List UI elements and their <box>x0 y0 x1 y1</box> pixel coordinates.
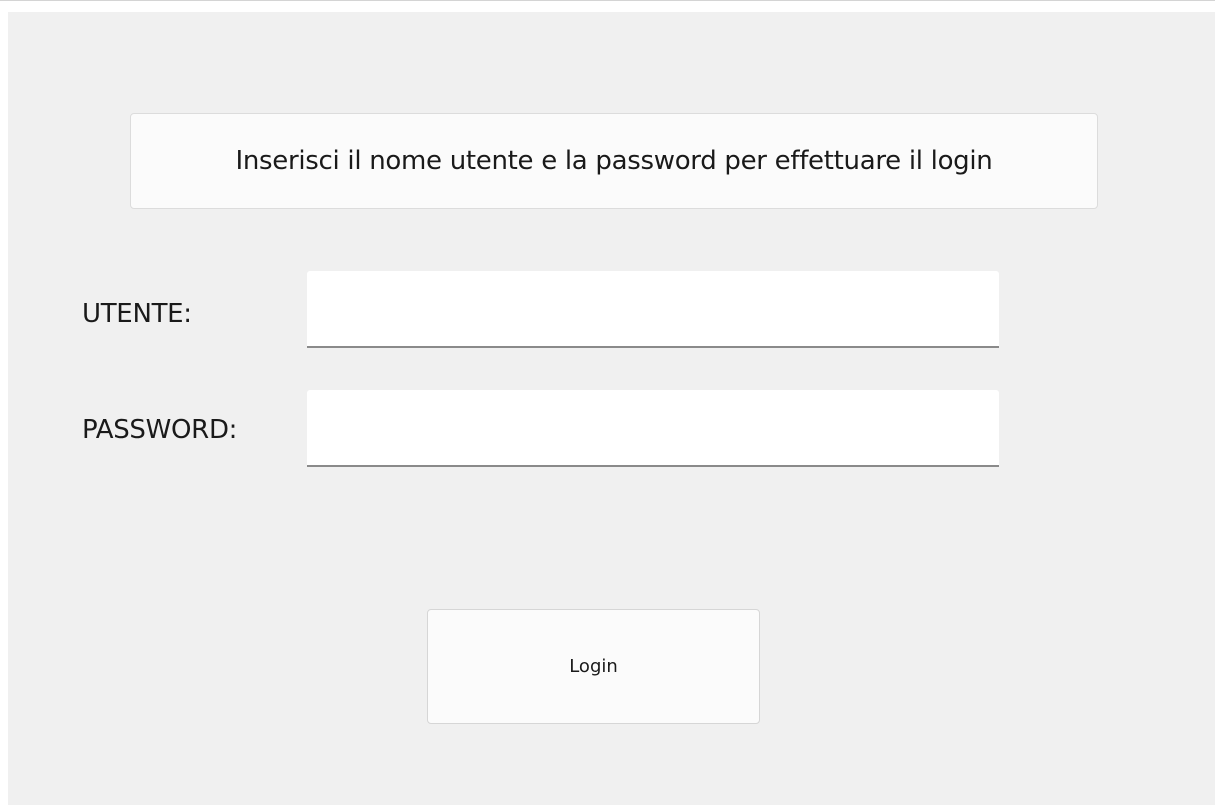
login-window: Inserisci il nome utente e la password p… <box>8 12 1215 805</box>
username-field[interactable] <box>307 271 999 348</box>
username-label: UTENTE: <box>82 299 192 329</box>
window-top-border <box>0 0 1215 1</box>
login-instructions-banner: Inserisci il nome utente e la password p… <box>130 113 1098 209</box>
login-button-label: Login <box>569 656 618 677</box>
password-label: PASSWORD: <box>82 415 238 445</box>
login-button[interactable]: Login <box>427 609 760 724</box>
login-instructions-text: Inserisci il nome utente e la password p… <box>235 146 993 176</box>
password-field[interactable] <box>307 390 999 467</box>
